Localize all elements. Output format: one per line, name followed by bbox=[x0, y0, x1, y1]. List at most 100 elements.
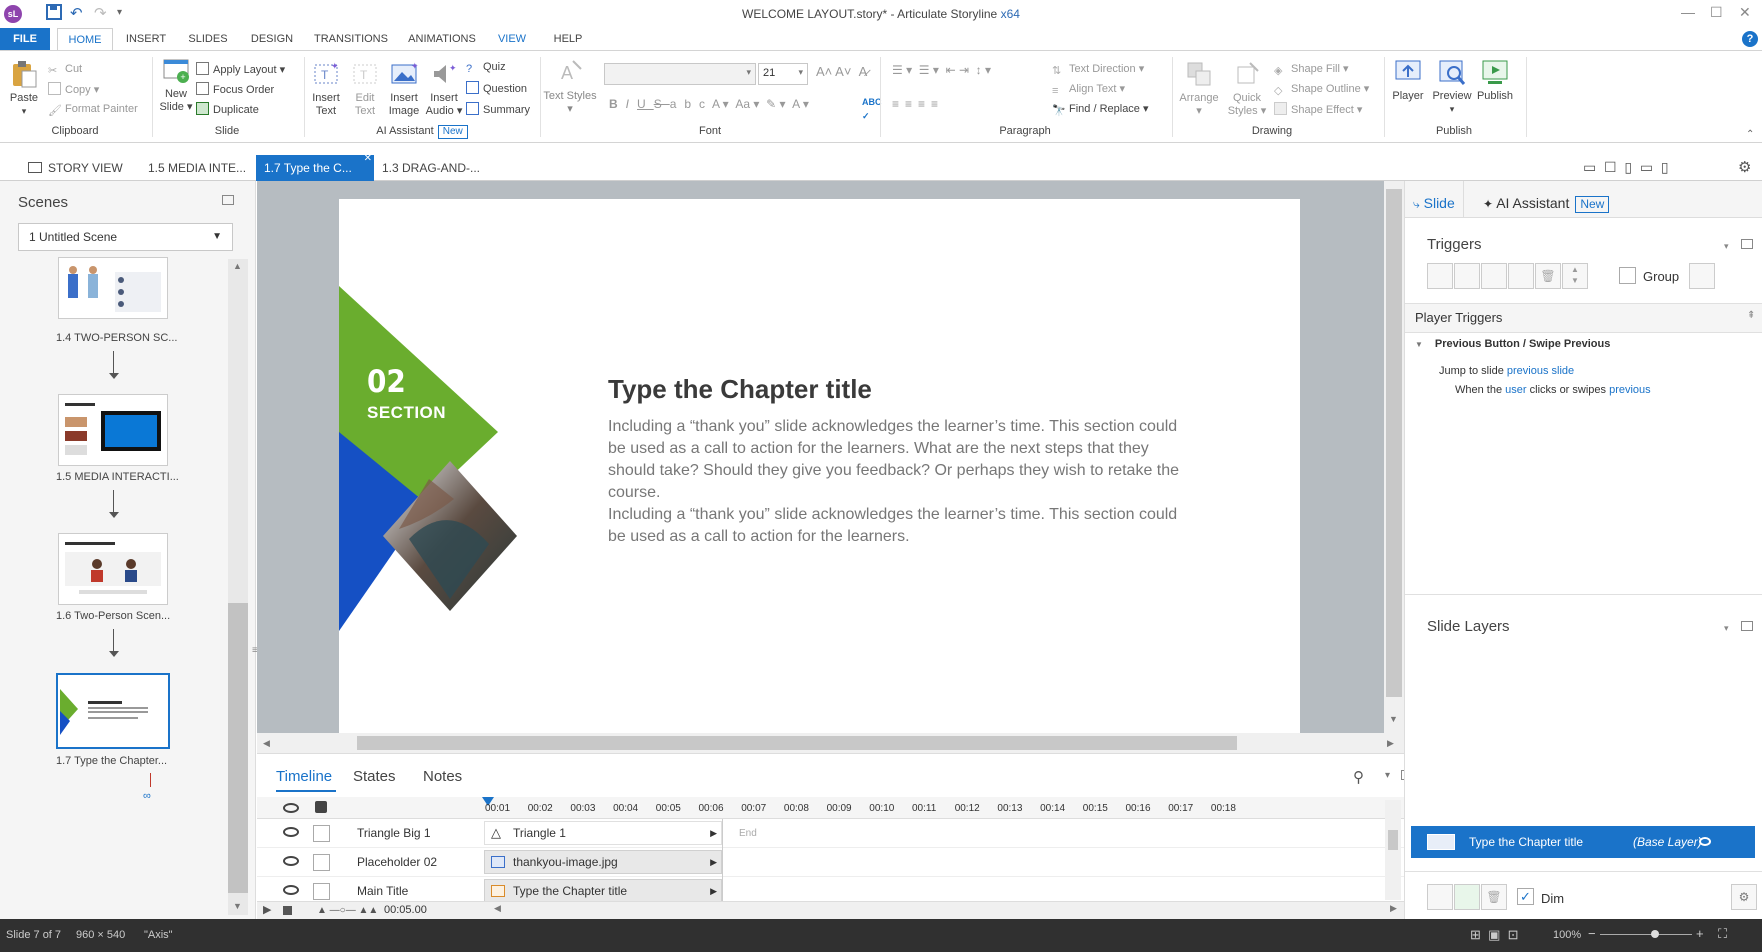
text-styles-button[interactable]: A Text Styles ▾ bbox=[542, 57, 598, 116]
panel-dock-icon[interactable] bbox=[1741, 239, 1753, 249]
tab-story-view[interactable]: STORY VIEW bbox=[20, 155, 131, 181]
close-window-icon[interactable]: ✕ bbox=[1739, 4, 1751, 21]
new-trigger-button[interactable] bbox=[1427, 263, 1453, 289]
edit-trigger-button[interactable] bbox=[1454, 263, 1480, 289]
variables-button[interactable] bbox=[1689, 263, 1715, 289]
tab-notes[interactable]: Notes bbox=[423, 768, 462, 785]
base-layer-row[interactable]: Type the Chapter title (Base Layer) bbox=[1411, 826, 1755, 858]
dim-checkbox[interactable]: ✓ bbox=[1517, 888, 1534, 905]
timeline-row[interactable]: Placeholder 02 thankyou-image.jpg ▶ bbox=[257, 848, 1404, 877]
collapse-icon[interactable]: ⇞ bbox=[1747, 310, 1755, 321]
summary-button[interactable]: Summary bbox=[466, 102, 530, 117]
panel-dock-icon[interactable] bbox=[222, 195, 234, 205]
zoom-thumb[interactable] bbox=[1651, 930, 1659, 938]
zoom-in-icon[interactable]: + bbox=[1696, 926, 1704, 941]
edit-text-button[interactable]: T Edit Text bbox=[347, 59, 383, 118]
new-layer-button[interactable] bbox=[1427, 884, 1453, 910]
copy-trigger-button[interactable] bbox=[1481, 263, 1507, 289]
tab-help[interactable]: HELP bbox=[548, 28, 588, 50]
slide-thumbnail[interactable] bbox=[58, 257, 168, 319]
zoom-slider[interactable] bbox=[1600, 934, 1692, 935]
apply-layout-button[interactable]: Apply Layout ▾ bbox=[196, 62, 285, 77]
font-family-dropdown[interactable]: ▾ bbox=[604, 63, 756, 85]
trigger-group[interactable]: ▼ Previous Button / Swipe Previous bbox=[1415, 338, 1610, 350]
format-painter-button[interactable]: 🖌 Format Painter bbox=[48, 102, 138, 117]
slide-canvas[interactable]: 02 SECTION Type the Chapter title Includ… bbox=[339, 199, 1300, 733]
timeline-bar[interactable]: △ Triangle 1 ▶ bbox=[484, 821, 722, 845]
tab-file[interactable]: FILE bbox=[0, 28, 50, 50]
duplicate-button[interactable]: Duplicate bbox=[196, 102, 259, 117]
new-slide-button[interactable]: + New Slide ▾ bbox=[156, 55, 196, 114]
help-icon[interactable]: ? bbox=[1742, 31, 1758, 47]
font-color-icons[interactable]: A ▾ Aa ▾ ✎ ▾ A ▾ bbox=[712, 97, 809, 111]
quick-styles-button[interactable]: Quick Styles ▾ bbox=[1224, 59, 1270, 118]
font-size-dropdown[interactable]: 21 ▾ bbox=[758, 63, 808, 85]
tab-ai-assistant[interactable]: ✦ AI Assistant New bbox=[1483, 195, 1610, 213]
insert-text-button[interactable]: T ✦ Insert Text bbox=[306, 59, 346, 118]
stage-vertical-scrollbar[interactable]: ▼ bbox=[1384, 181, 1404, 733]
text-direction-button[interactable]: ⇅ Text Direction ▾ bbox=[1052, 62, 1144, 77]
zoom-out-icon[interactable]: − bbox=[1588, 926, 1596, 941]
stage-horizontal-scrollbar[interactable]: ◀ ▶ bbox=[257, 733, 1404, 753]
tab-slide-properties[interactable]: ⤷ Slide bbox=[1413, 195, 1455, 212]
eye-icon[interactable] bbox=[1699, 837, 1711, 846]
preview-button[interactable]: Preview ▾ bbox=[1430, 57, 1474, 116]
stop-icon[interactable] bbox=[283, 906, 292, 915]
cut-button[interactable]: ✂ Cut bbox=[48, 62, 82, 77]
tab-design[interactable]: DESIGN bbox=[246, 28, 298, 50]
lock-checkbox[interactable] bbox=[313, 854, 330, 871]
timeline-scrollbar[interactable] bbox=[1385, 800, 1401, 900]
shape-outline-button[interactable]: ◇ Shape Outline ▾ bbox=[1274, 82, 1369, 97]
duplicate-layer-button[interactable] bbox=[1454, 884, 1480, 910]
tab-home[interactable]: HOME bbox=[57, 28, 113, 50]
group-checkbox[interactable] bbox=[1619, 267, 1636, 284]
layers-menu-icon[interactable]: ▾ bbox=[1724, 623, 1729, 634]
lock-checkbox[interactable] bbox=[313, 825, 330, 842]
eye-icon[interactable] bbox=[283, 885, 299, 895]
publish-button[interactable]: Publish bbox=[1474, 57, 1516, 103]
cue-point-icon[interactable]: ⚲ bbox=[1353, 768, 1364, 786]
scenes-scrollbar[interactable]: ▲ ▼ bbox=[228, 259, 248, 915]
slide-thumbnail[interactable] bbox=[58, 533, 168, 605]
delete-trigger-button[interactable]: 🗑 bbox=[1535, 263, 1561, 289]
eye-icon[interactable] bbox=[283, 856, 299, 866]
eye-icon[interactable] bbox=[283, 827, 299, 837]
view-mode-icons[interactable]: ⊞ ▣ ⊡ bbox=[1470, 927, 1519, 943]
tab-animations[interactable]: ANIMATIONS bbox=[402, 28, 482, 50]
tab-slide-1-3[interactable]: 1.3 DRAG-AND-... bbox=[374, 155, 488, 181]
insert-audio-button[interactable]: ✦ Insert Audio ▾ bbox=[424, 59, 464, 118]
delete-layer-button[interactable]: 🗑 bbox=[1481, 884, 1507, 910]
tab-view[interactable]: VIEW bbox=[492, 28, 532, 50]
panel-dock-icon[interactable] bbox=[1741, 621, 1753, 631]
font-size-step-icons[interactable]: A˄ A˅ A̷ bbox=[816, 65, 867, 79]
settings-gear-icon[interactable]: ⚙ bbox=[1738, 158, 1751, 176]
find-replace-button[interactable]: 🔭 Find / Replace ▾ bbox=[1052, 102, 1149, 117]
shape-fill-button[interactable]: ◈ Shape Fill ▾ bbox=[1274, 62, 1349, 77]
shape-effect-button[interactable]: Shape Effect ▾ bbox=[1274, 102, 1362, 117]
player-button[interactable]: Player bbox=[1388, 57, 1428, 103]
collapse-ribbon-icon[interactable]: ⌃ bbox=[1746, 129, 1754, 140]
copy-button[interactable]: Copy ▾ bbox=[48, 82, 99, 97]
move-trigger-button[interactable]: ▲ ▼ bbox=[1562, 263, 1588, 289]
tab-slide-1-5[interactable]: 1.5 MEDIA INTE... bbox=[140, 155, 254, 181]
tab-slides[interactable]: SLIDES bbox=[183, 28, 233, 50]
timeline-menu-icon[interactable]: ▾ bbox=[1385, 770, 1390, 781]
tab-transitions[interactable]: TRANSITIONS bbox=[308, 28, 394, 50]
maximize-icon[interactable]: ☐ bbox=[1710, 4, 1723, 21]
alignment-icons[interactable]: ≡≡≡≡ bbox=[892, 97, 944, 111]
align-text-button[interactable]: ≡ Align Text ▾ bbox=[1052, 82, 1125, 97]
eye-icon[interactable] bbox=[283, 803, 299, 813]
timeline-row[interactable]: Triangle Big 1 △ Triangle 1 ▶ End bbox=[257, 819, 1404, 848]
slide-thumbnail[interactable] bbox=[58, 394, 168, 466]
font-format-icons[interactable]: BIUSabc bbox=[609, 97, 713, 111]
layer-settings-icon[interactable]: ⚙ bbox=[1731, 884, 1757, 910]
trigger-action[interactable]: Jump to slide previous slide bbox=[1439, 365, 1574, 377]
minimize-icon[interactable]: — bbox=[1681, 4, 1695, 20]
focus-order-button[interactable]: Focus Order bbox=[196, 82, 274, 97]
triggers-menu-icon[interactable]: ▾ bbox=[1724, 241, 1729, 252]
link-icon[interactable]: ∞ bbox=[143, 790, 151, 802]
quiz-button[interactable]: ? Quiz bbox=[466, 60, 506, 75]
tab-slide-1-7[interactable]: 1.7 Type the C... ✕ bbox=[256, 153, 374, 181]
scene-dropdown[interactable]: 1 Untitled Scene ▼ bbox=[18, 223, 233, 251]
spellcheck-icon[interactable]: ABC ✓ bbox=[862, 95, 882, 123]
